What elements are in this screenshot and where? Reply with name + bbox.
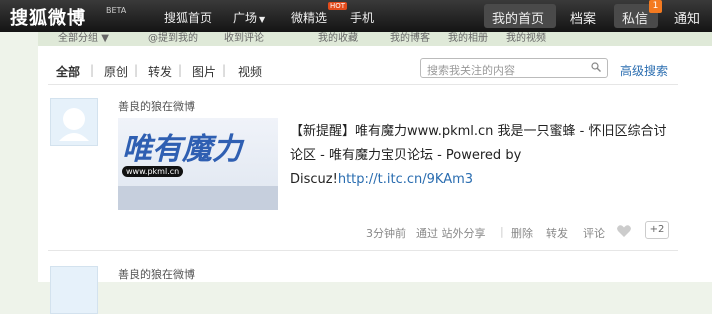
nav-messages[interactable]: 私信 xyxy=(622,8,648,27)
post-author[interactable]: 善良的狼在微博 xyxy=(118,266,195,282)
divider: | xyxy=(222,63,227,77)
repost-button[interactable]: 转发 xyxy=(546,225,568,241)
tab-mentions[interactable]: @提到我的 xyxy=(148,32,198,44)
tab-album[interactable]: 我的相册 xyxy=(448,32,488,44)
sohu-weibo-logo[interactable]: 搜狐微博 xyxy=(10,4,86,30)
nav-square-label: 广场 xyxy=(233,11,258,25)
comment-button[interactable]: 评论 xyxy=(583,225,605,241)
search-placeholder: 搜索我关注的内容 xyxy=(427,64,515,77)
divider xyxy=(48,84,678,85)
tab-video[interactable]: 我的视频 xyxy=(506,32,546,44)
filter-repost[interactable]: 转发 xyxy=(148,63,172,80)
tab-strip: 全部分组 ▼ @提到我的 收到评论 我的收藏 我的博客 我的相册 我的视频 xyxy=(38,32,712,46)
filter-video[interactable]: 视频 xyxy=(238,63,262,80)
search-icon[interactable] xyxy=(591,62,601,72)
chevron-down-icon: ▼ xyxy=(259,15,266,24)
tab-blog[interactable]: 我的博客 xyxy=(390,32,430,44)
post-link[interactable]: http://t.itc.cn/9KAm3 xyxy=(338,172,473,187)
default-avatar-icon xyxy=(59,108,89,141)
avatar[interactable] xyxy=(50,98,98,146)
top-nav-bar: 搜狐微博 BETA 搜狐首页 广场 ▼ 微精选 HOT 手机 我的首页 档案 私信… xyxy=(0,0,712,32)
post-thumbnail[interactable]: 唯有魔力 www.pkml.cn xyxy=(118,118,278,210)
post-time[interactable]: 3分钟前 xyxy=(366,225,406,241)
thumbnail-title: 唯有魔力 xyxy=(122,132,242,167)
tab-all-groups[interactable]: 全部分组 ▼ xyxy=(58,32,109,44)
advanced-search-link[interactable]: 高级搜索 xyxy=(620,62,668,79)
post-source[interactable]: 通过 站外分享 xyxy=(416,225,486,241)
filter-all[interactable]: 全部 xyxy=(56,63,80,80)
post-text: 【新提醒】唯有魔力www.pkml.cn 我是一只蜜蜂 - 怀旧区综合讨论区 -… xyxy=(290,120,670,192)
divider: | xyxy=(134,63,139,77)
thumbnail-strip xyxy=(118,186,278,210)
tab-comments[interactable]: 收到评论 xyxy=(224,32,264,44)
post-author[interactable]: 善良的狼在微博 xyxy=(118,98,195,114)
feed-search-input[interactable]: 搜索我关注的内容 xyxy=(420,58,608,78)
delete-button[interactable]: 删除 xyxy=(511,225,533,241)
nav-archive[interactable]: 档案 xyxy=(570,8,596,27)
nav-mobile[interactable]: 手机 xyxy=(350,9,374,26)
nav-square[interactable]: 广场 ▼ xyxy=(233,9,265,26)
nav-selected[interactable]: 微精选 xyxy=(291,9,327,26)
nav-notify[interactable]: 通知 xyxy=(674,8,700,27)
tab-favorites[interactable]: 我的收藏 xyxy=(318,32,358,44)
nav-my-home[interactable]: 我的首页 xyxy=(492,8,544,27)
chevron-down-icon: ▼ xyxy=(101,33,109,44)
divider xyxy=(48,250,678,251)
thumbnail-url: www.pkml.cn xyxy=(122,166,184,177)
tab-all-groups-label: 全部分组 xyxy=(58,33,98,44)
divider: | xyxy=(90,63,95,77)
divider: | xyxy=(178,63,183,77)
nav-sohu-home[interactable]: 搜狐首页 xyxy=(164,9,212,26)
filter-original[interactable]: 原创 xyxy=(104,63,128,80)
hot-badge: HOT xyxy=(328,2,348,10)
avatar[interactable] xyxy=(50,266,98,314)
beta-label: BETA xyxy=(106,6,127,15)
more-actions-button[interactable]: +2 xyxy=(645,221,669,239)
message-count-badge: 1 xyxy=(649,0,662,13)
divider: | xyxy=(500,225,504,238)
heart-icon[interactable] xyxy=(616,224,632,238)
filter-image[interactable]: 图片 xyxy=(192,63,216,80)
